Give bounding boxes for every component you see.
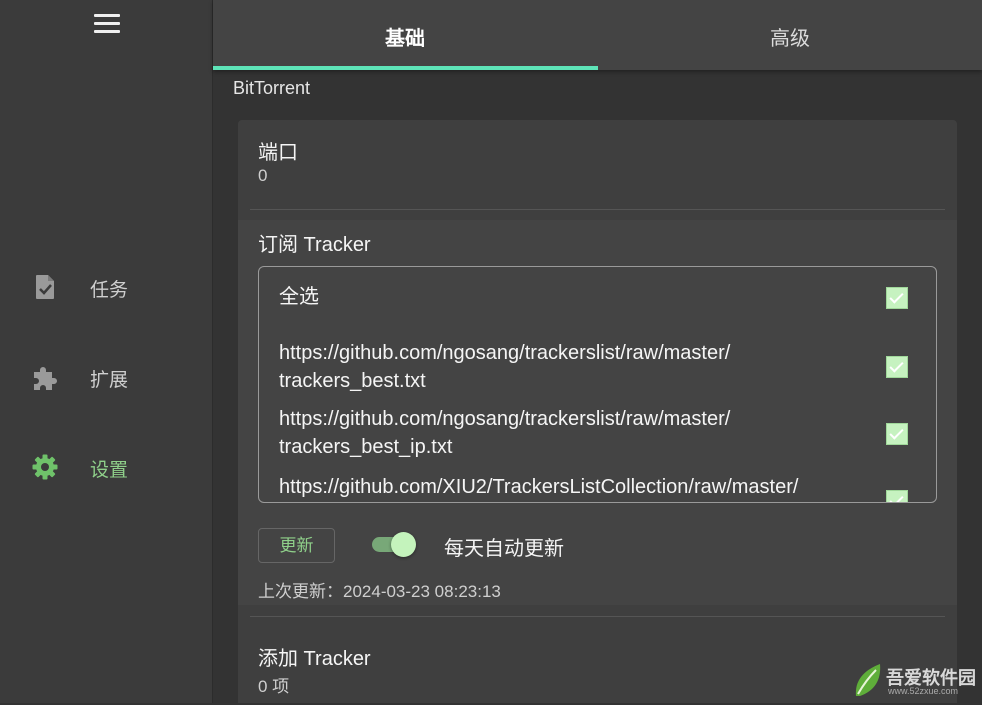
toggle-knob: [391, 532, 416, 557]
section-title: BitTorrent: [233, 78, 311, 98]
update-button[interactable]: 更新: [258, 528, 335, 563]
gear-icon: [32, 454, 58, 480]
tab-basic[interactable]: 基础: [213, 0, 597, 70]
tracker-checkbox[interactable]: [886, 423, 908, 445]
last-update-text: 上次更新：2024-03-23 08:23:13: [258, 582, 501, 601]
puzzle-extension-icon: [34, 367, 57, 390]
add-tracker-label: 添加 Tracker: [258, 648, 371, 670]
select-all-checkbox[interactable]: [886, 287, 908, 309]
port-label: 端口: [258, 142, 298, 164]
tab-bar: 基础 高级: [213, 0, 982, 70]
task-file-icon: [36, 275, 54, 299]
tab-advanced[interactable]: 高级: [598, 0, 982, 70]
add-tracker-count[interactable]: 0 项: [258, 672, 289, 697]
list-item: https://github.com/ngosang/trackerslist/…: [279, 339, 730, 395]
tracker-url: https://github.com/ngosang/trackerslist/…: [279, 408, 731, 430]
subscribe-tracker-label: 订阅 Tracker: [258, 234, 371, 256]
watermark-logo: 吾爱软件园 www.52zxue.com: [852, 660, 978, 700]
sidebar-item-label: 扩展: [90, 370, 129, 391]
tracker-url: https://github.com/XIU2/TrackersListColl…: [279, 476, 799, 498]
sidebar-item-tasks[interactable]: 任务: [0, 259, 212, 315]
subscribe-tracker-panel: 订阅 Tracker 全选 https://github.com/ngosang…: [238, 220, 957, 605]
settings-content[interactable]: BitTorrent 端口 0 订阅 Tracker 全选 https://gi…: [213, 70, 982, 703]
divider: [250, 209, 945, 210]
sidebar-item-label: 设置: [90, 460, 129, 481]
select-all-label: 全选: [279, 286, 319, 308]
sidebar: 任务 扩展 设置: [0, 0, 213, 703]
tracker-subscription-list[interactable]: 全选 https://github.com/ngosang/trackersli…: [258, 266, 937, 503]
watermark-url: www.52zxue.com: [888, 686, 959, 696]
list-item: https://github.com/ngosang/trackerslist/…: [279, 405, 730, 461]
tracker-url-cont: trackers_best_ip.txt: [279, 436, 453, 458]
leaf-logo-icon: [855, 664, 881, 696]
hamburger-menu-icon[interactable]: [94, 14, 120, 36]
auto-update-toggle[interactable]: [372, 532, 416, 557]
tracker-checkbox[interactable]: [886, 490, 908, 502]
tracker-url-cont: trackers_best.txt: [279, 370, 426, 392]
tracker-checkbox[interactable]: [886, 356, 908, 378]
auto-update-label: 每天自动更新: [444, 538, 564, 560]
list-item: https://github.com/XIU2/TrackersListColl…: [279, 473, 798, 501]
sidebar-item-settings[interactable]: 设置: [0, 439, 212, 495]
divider: [250, 616, 945, 617]
bittorrent-card: 端口 0 订阅 Tracker 全选 https://github.com/ng…: [238, 120, 957, 703]
sidebar-item-label: 任务: [90, 280, 129, 301]
tracker-url: https://github.com/ngosang/trackerslist/…: [279, 342, 731, 364]
port-value[interactable]: 0: [258, 166, 267, 186]
sidebar-item-extensions[interactable]: 扩展: [0, 349, 212, 405]
tab-active-indicator: [213, 66, 598, 70]
